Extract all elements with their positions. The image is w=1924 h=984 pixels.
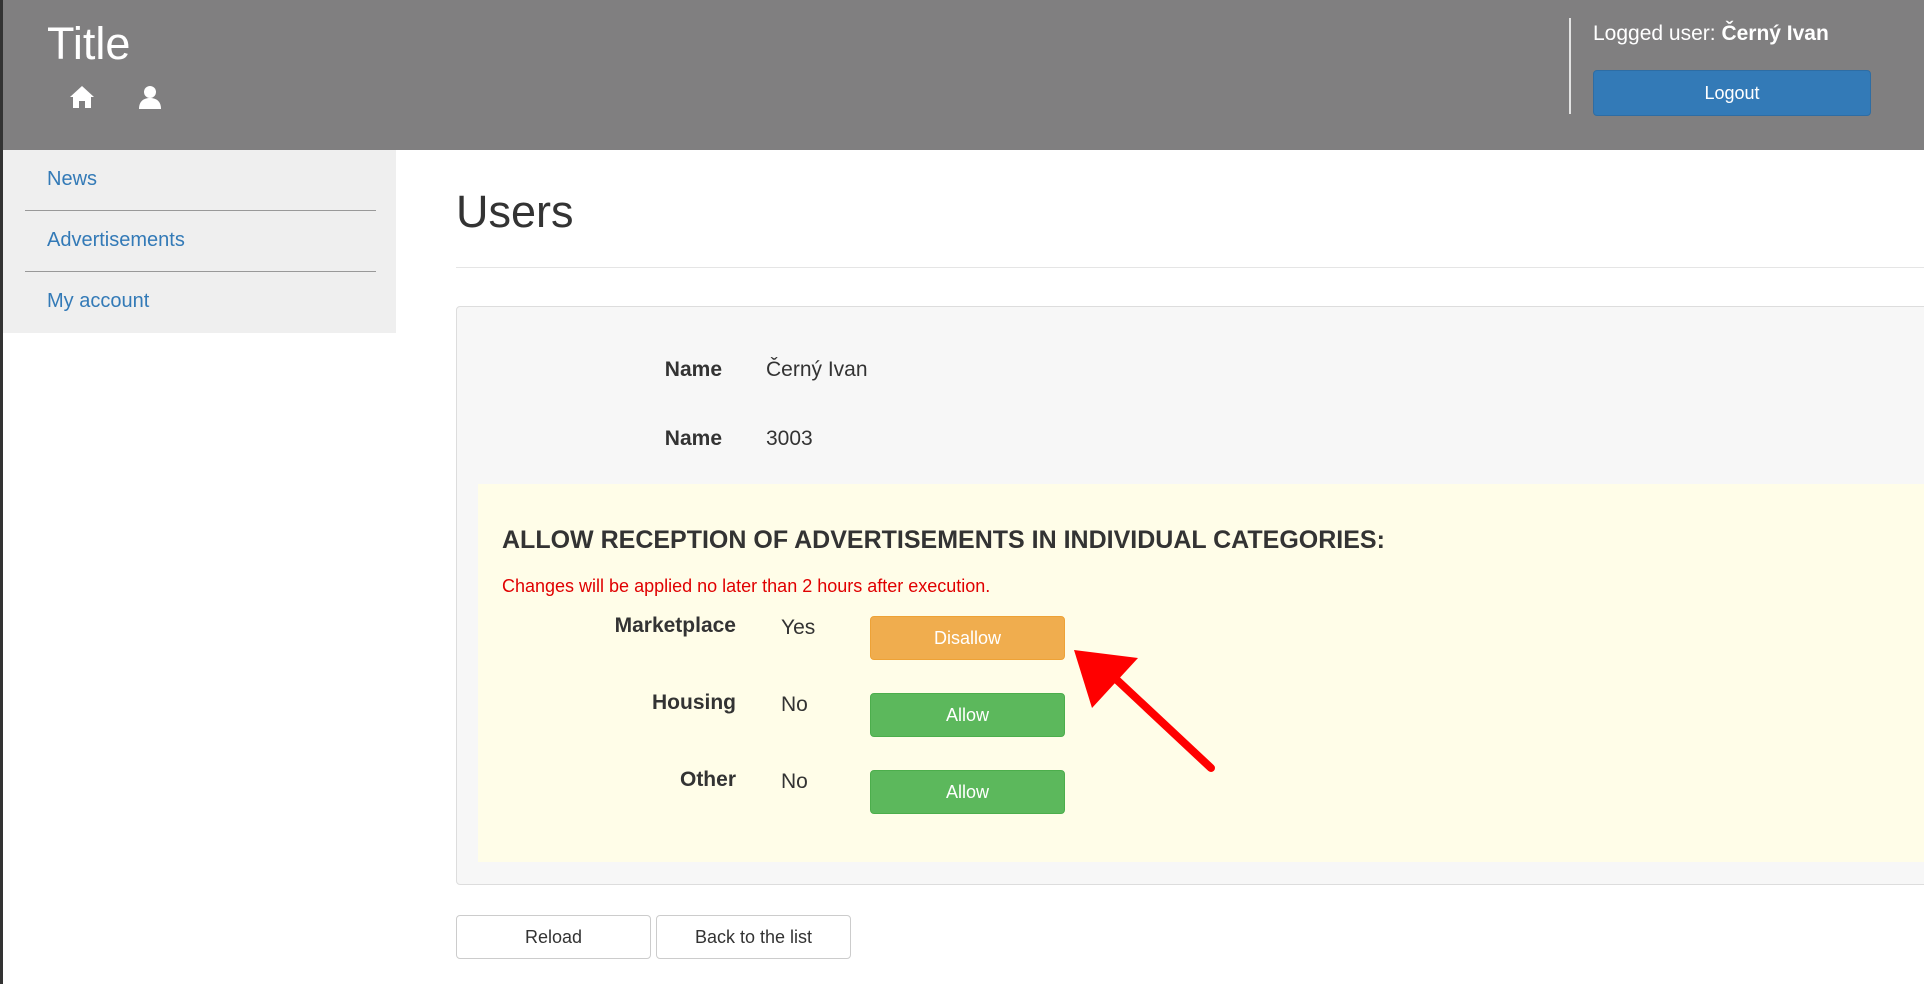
field-value-id: 3003	[766, 427, 813, 450]
sidebar: News Advertisements My account	[3, 150, 396, 333]
page-title: Users	[456, 186, 574, 237]
logout-button[interactable]: Logout	[1593, 70, 1871, 116]
field-label-id: Name	[664, 427, 722, 450]
category-status-marketplace: Yes	[781, 616, 816, 639]
user-icon[interactable]	[137, 84, 163, 110]
disallow-marketplace-button[interactable]: Disallow	[870, 616, 1065, 660]
categories-note: Changes will be applied no later than 2 …	[502, 576, 991, 596]
header-divider	[1569, 18, 1571, 114]
sidebar-item-news[interactable]: News	[47, 168, 97, 191]
logged-user-name: Černý Ivan	[1721, 22, 1829, 45]
reload-button[interactable]: Reload	[456, 915, 651, 959]
home-icon[interactable]	[69, 84, 95, 110]
category-status-housing: No	[781, 693, 808, 716]
annotation-arrow-icon	[1074, 650, 1215, 772]
allow-other-button[interactable]: Allow	[870, 770, 1065, 814]
categories-heading: ALLOW RECEPTION OF ADVERTISEMENTS IN IND…	[502, 526, 1385, 554]
sidebar-divider	[25, 210, 376, 211]
back-to-list-button[interactable]: Back to the list	[656, 915, 851, 959]
field-label-name: Name	[664, 358, 722, 381]
sidebar-divider	[25, 271, 376, 272]
category-label-marketplace: Marketplace	[614, 614, 736, 637]
field-value-name: Černý Ivan	[766, 358, 868, 381]
title-divider	[456, 267, 1924, 268]
category-label-other: Other	[679, 768, 736, 791]
logged-user-prefix: Logged user:	[1593, 22, 1722, 45]
sidebar-item-advertisements[interactable]: Advertisements	[47, 229, 185, 252]
sidebar-item-my-account[interactable]: My account	[47, 290, 149, 313]
allow-housing-button[interactable]: Allow	[870, 693, 1065, 737]
header-bar: Title Logged user: Černý Ivan Logout	[3, 0, 1924, 150]
category-status-other: No	[781, 770, 808, 793]
logged-user-info: Logged user: Černý Ivan	[1593, 22, 1829, 46]
app-title: Title	[47, 18, 131, 69]
category-label-housing: Housing	[652, 691, 736, 714]
